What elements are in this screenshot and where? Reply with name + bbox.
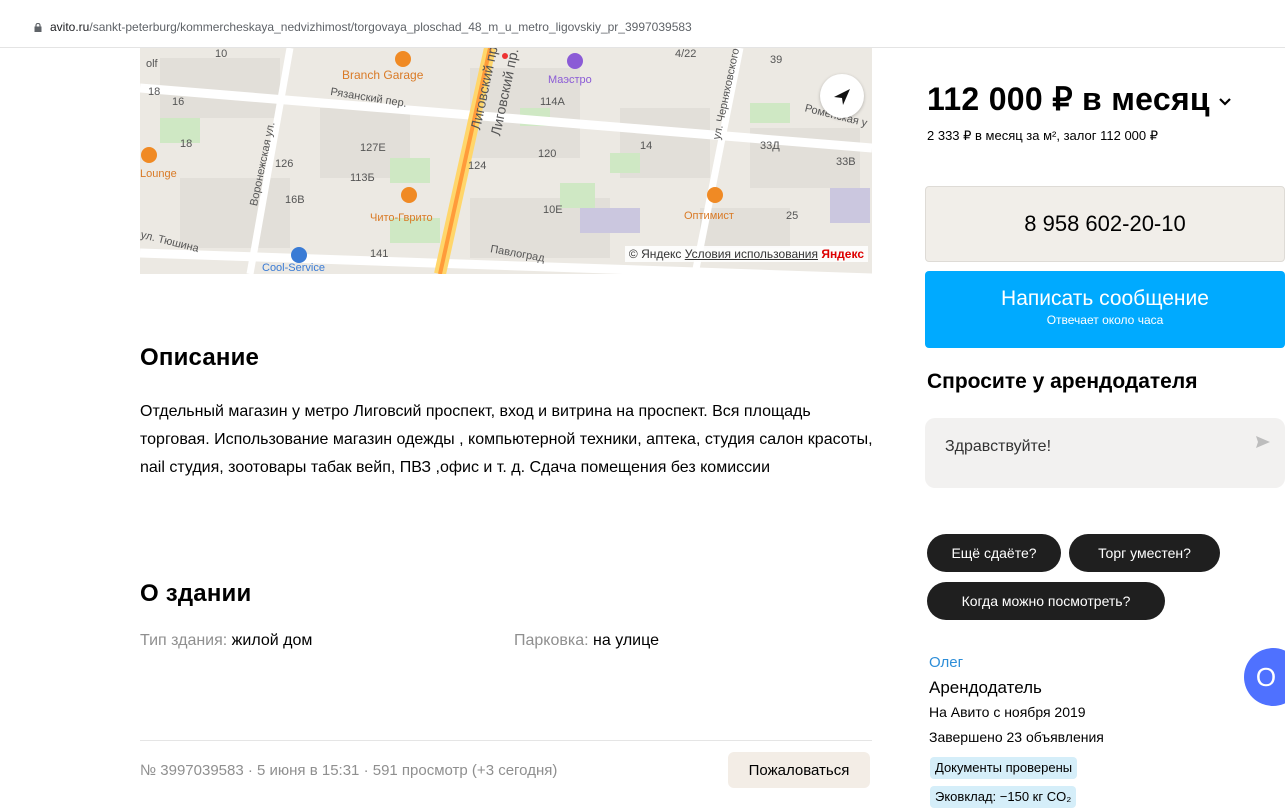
- seller-name-link[interactable]: Олег: [929, 654, 963, 671]
- yandex-logo[interactable]: Яндекс: [821, 247, 864, 261]
- message-input-value: Здравствуйте!: [945, 438, 1052, 455]
- show-phone-button[interactable]: 8 958 602-20-10: [925, 186, 1285, 262]
- listing-meta: № 3997039583 · 5 июня в 15:31 · 591 прос…: [140, 762, 558, 779]
- map-house-label: 10Е: [543, 204, 563, 216]
- restaurant-pin-icon: [401, 187, 417, 203]
- terms-link[interactable]: Условия использования: [685, 247, 818, 261]
- service-pin-icon: [291, 247, 307, 263]
- response-time: Отвечает около часа: [1046, 313, 1164, 327]
- map[interactable]: olf 10 18 16 18 127Е 126 113Б 16В 124 11…: [140, 48, 872, 274]
- price-value: 112 000 ₽ в месяц: [927, 81, 1210, 117]
- map-house-label: 10: [215, 48, 228, 60]
- map-house-label: 113Б: [350, 172, 375, 184]
- locate-button[interactable]: [820, 74, 864, 118]
- map-house-label: 124: [468, 160, 487, 172]
- price[interactable]: 112 000 ₽ в месяц: [927, 80, 1232, 118]
- url-host: avito.ru: [50, 20, 90, 34]
- price-details: 2 333 ₽ в месяц за м², залог 112 000 ₽: [927, 128, 1159, 143]
- map-house-label: 127Е: [360, 142, 386, 154]
- seller-completed-ads: Завершено 23 объявления: [929, 729, 1104, 745]
- ask-seller-title: Спросите у арендодателя: [927, 370, 1198, 393]
- send-icon[interactable]: [1255, 434, 1271, 450]
- seller-since: На Авито с ноября 2019: [929, 704, 1086, 720]
- url-text[interactable]: avito.ru/sankt-peterburg/kommercheskaya_…: [50, 20, 692, 34]
- map-house-label: 16В: [285, 194, 305, 206]
- param-key: Тип здания:: [140, 632, 232, 649]
- building-title: О здании: [140, 580, 252, 607]
- map-poi-label[interactable]: Чито-Гврито: [370, 212, 433, 224]
- map-house-label: 33В: [836, 156, 856, 168]
- divider: [140, 740, 872, 741]
- param-key: Парковка:: [514, 632, 594, 649]
- url-path: /sankt-peterburg/kommercheskaya_nedvizhi…: [89, 20, 692, 34]
- restaurant-pin-icon: [395, 51, 411, 67]
- map-house-label: 39: [770, 54, 783, 66]
- map-house-label: 141: [370, 248, 389, 260]
- restaurant-pin-icon: [707, 187, 723, 203]
- write-message-button[interactable]: Написать сообщение Отвечает около часа: [925, 271, 1285, 348]
- map-copyright: © Яндекс Условия использования Яндекс: [624, 246, 868, 262]
- eco-contribution-badge[interactable]: Эковклад: −150 кг CO₂: [930, 786, 1077, 808]
- message-input[interactable]: Здравствуйте!: [925, 418, 1285, 488]
- param-value: жилой дом: [231, 632, 313, 649]
- map-poi-label[interactable]: Lounge: [140, 168, 177, 180]
- documents-verified-badge: Документы проверены: [930, 757, 1078, 779]
- description-text: Отдельный магазин у метро Лиговсий просп…: [140, 403, 873, 476]
- address-bar[interactable]: avito.ru/sankt-peterburg/kommercheskaya_…: [0, 0, 1285, 48]
- chevron-down-icon[interactable]: [1218, 97, 1232, 107]
- param-value: на улице: [593, 632, 659, 649]
- map-house-label: 25: [786, 210, 799, 222]
- map-house-label: 126: [275, 158, 294, 170]
- map-poi-label[interactable]: Оптимист: [684, 210, 734, 222]
- map-poi-label[interactable]: Branch Garage: [342, 68, 423, 82]
- quick-reply-chip[interactable]: Торг уместен?: [1069, 534, 1220, 572]
- quick-reply-chip[interactable]: Когда можно посмотреть?: [927, 582, 1165, 620]
- message-button-label: Написать сообщение: [1001, 287, 1209, 310]
- map-house-label: 14: [640, 140, 653, 152]
- map-house-label: 18: [148, 86, 161, 98]
- hotel-pin-icon: [567, 53, 583, 69]
- seller-role: Арендодатель: [929, 678, 1042, 697]
- parking: Парковка: на улице: [514, 632, 659, 650]
- map-poi-label: olf: [146, 58, 158, 70]
- restaurant-pin-icon: [141, 147, 157, 163]
- building-type: Тип здания: жилой дом: [140, 632, 312, 650]
- map-house-label: 4/22: [675, 48, 697, 60]
- description-title: Описание: [140, 344, 260, 371]
- map-poi-label[interactable]: Маэстро: [548, 74, 592, 86]
- complain-button[interactable]: Пожаловаться: [728, 752, 870, 788]
- map-house-label: 120: [538, 148, 557, 160]
- quick-reply-chip[interactable]: Ещё сдаёте?: [927, 534, 1061, 572]
- map-house-label: 114А: [540, 96, 565, 108]
- map-house-label: 33Д: [760, 140, 780, 152]
- navigation-arrow-icon: [834, 89, 850, 105]
- seller-avatar[interactable]: О: [1244, 648, 1285, 706]
- lock-icon: [34, 23, 42, 32]
- copyright-text: © Яндекс: [628, 247, 682, 261]
- map-house-label: 18: [180, 138, 193, 150]
- map-house-label: 16: [172, 96, 185, 108]
